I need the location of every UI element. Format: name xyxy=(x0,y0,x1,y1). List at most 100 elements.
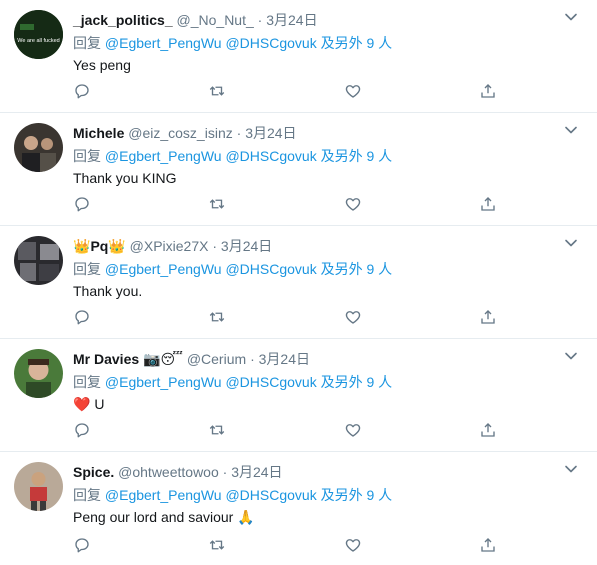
tweet[interactable]: 👑Pq👑 @XPixie27X · 3月24日 回复 @Egbert_PengW… xyxy=(0,226,597,339)
tweet-header: Spice. @ohtweettowoo · 3月24日 xyxy=(73,463,283,481)
avatar[interactable] xyxy=(14,349,63,398)
reply-mentions[interactable]: @Egbert_PengWu @DHSCgovuk 及另外 9 人 xyxy=(105,261,392,277)
tweet-date[interactable]: 3月24日 xyxy=(221,238,272,254)
retweet-button[interactable] xyxy=(208,421,228,441)
reply-mentions[interactable]: @Egbert_PengWu @DHSCgovuk 及另外 9 人 xyxy=(105,374,392,390)
user-handle[interactable]: @eiz_cosz_isinz xyxy=(128,125,232,141)
reply-button[interactable] xyxy=(73,195,93,215)
reply-context: 回复 @Egbert_PengWu @DHSCgovuk 及另外 9 人 xyxy=(73,260,392,278)
retweet-button[interactable] xyxy=(208,308,228,328)
crown-emoji: 👑 xyxy=(108,238,126,254)
reply-prefix: 回复 xyxy=(73,261,101,277)
tweet-actions xyxy=(0,421,597,443)
tweet-text: Peng our lord and saviour 🙏 xyxy=(73,508,255,526)
display-name[interactable]: _jack_politics_ xyxy=(73,12,173,28)
tweet-text-body: U xyxy=(94,396,105,412)
like-icon xyxy=(345,311,361,324)
share-button[interactable] xyxy=(479,536,499,556)
display-name[interactable]: Spice. xyxy=(73,464,114,480)
retweet-icon xyxy=(209,312,225,322)
chevron-down-icon[interactable] xyxy=(563,9,579,25)
tweet[interactable]: Michele @eiz_cosz_isinz · 3月24日 回复 @Egbe… xyxy=(0,113,597,226)
display-name[interactable]: Michele xyxy=(73,125,124,141)
like-icon xyxy=(345,539,361,552)
display-name[interactable]: Pq xyxy=(90,238,108,254)
user-handle[interactable]: @Cerium xyxy=(187,351,246,367)
avatar[interactable] xyxy=(14,236,63,285)
tweet-actions xyxy=(0,82,597,104)
reply-icon xyxy=(75,538,89,553)
chevron-down-icon[interactable] xyxy=(563,122,579,138)
retweet-button[interactable] xyxy=(208,82,228,102)
retweet-icon xyxy=(209,540,225,550)
separator-dot: · xyxy=(212,238,218,254)
tweet[interactable]: Spice. @ohtweettowoo · 3月24日 回复 @Egbert_… xyxy=(0,452,597,565)
like-button[interactable] xyxy=(344,195,364,215)
tweet-actions xyxy=(0,308,597,330)
like-button[interactable] xyxy=(344,308,364,328)
retweet-button[interactable] xyxy=(208,536,228,556)
reply-icon xyxy=(75,310,89,325)
share-button[interactable] xyxy=(479,195,499,215)
tweet-text: Thank you. xyxy=(73,283,143,299)
reply-context: 回复 @Egbert_PengWu @DHSCgovuk 及另外 9 人 xyxy=(73,147,392,165)
share-icon xyxy=(481,538,495,552)
reply-icon xyxy=(75,84,89,99)
tweet-header: 👑Pq👑 @XPixie27X · 3月24日 xyxy=(73,237,272,255)
like-icon xyxy=(345,198,361,211)
tweet-text-body: Peng our lord and saviour xyxy=(73,509,234,525)
tweet[interactable]: Mr Davies 📷😴 @Cerium · 3月24日 回复 @Egbert_… xyxy=(0,339,597,452)
avatar[interactable]: We are all fucked xyxy=(14,10,63,59)
reply-mentions[interactable]: @Egbert_PengWu @DHSCgovuk 及另外 9 人 xyxy=(105,487,392,503)
tweet-date[interactable]: 3月24日 xyxy=(266,12,317,28)
display-name[interactable]: Mr Davies xyxy=(73,351,139,367)
share-button[interactable] xyxy=(479,308,499,328)
chevron-down-icon[interactable] xyxy=(563,348,579,364)
user-handle[interactable]: @ohtweettowoo xyxy=(118,464,219,480)
like-button[interactable] xyxy=(344,82,364,102)
retweet-icon xyxy=(209,425,225,435)
tweet-date[interactable]: 3月24日 xyxy=(259,351,310,367)
praying-hands-emoji: 🙏 xyxy=(237,509,255,525)
reply-button[interactable] xyxy=(73,536,93,556)
crown-emoji: 👑 xyxy=(73,238,91,254)
reply-mentions[interactable]: @Egbert_PengWu @DHSCgovuk 及另外 9 人 xyxy=(105,148,392,164)
reply-context: 回复 @Egbert_PengWu @DHSCgovuk 及另外 9 人 xyxy=(73,34,392,52)
avatar-image xyxy=(14,236,63,285)
reply-button[interactable] xyxy=(73,308,93,328)
tweet-text: Yes peng xyxy=(73,57,131,73)
tweet-actions xyxy=(0,195,597,217)
reply-mentions[interactable]: @Egbert_PengWu @DHSCgovuk 及另外 9 人 xyxy=(105,35,392,51)
separator-dot: · xyxy=(257,12,263,28)
reply-prefix: 回复 xyxy=(73,35,101,51)
avatar[interactable] xyxy=(14,462,63,511)
share-button[interactable] xyxy=(479,421,499,441)
tweet-text: ❤️ U xyxy=(73,395,104,413)
chevron-down-icon[interactable] xyxy=(563,235,579,251)
avatar-image: We are all fucked xyxy=(14,10,63,59)
tweet[interactable]: We are all fucked _jack_politics_ @_No_N… xyxy=(0,0,597,113)
user-handle[interactable]: @XPixie27X xyxy=(130,238,209,254)
reply-prefix: 回复 xyxy=(73,374,101,390)
tweet-date[interactable]: 3月24日 xyxy=(245,125,296,141)
reply-icon xyxy=(75,423,89,438)
tweet-date[interactable]: 3月24日 xyxy=(231,464,282,480)
chevron-down-icon[interactable] xyxy=(563,461,579,477)
share-button[interactable] xyxy=(479,82,499,102)
tweet-header: Mr Davies 📷😴 @Cerium · 3月24日 xyxy=(73,350,310,368)
like-button[interactable] xyxy=(344,536,364,556)
reply-context: 回复 @Egbert_PengWu @DHSCgovuk 及另外 9 人 xyxy=(73,373,392,391)
reply-button[interactable] xyxy=(73,82,93,102)
reply-button[interactable] xyxy=(73,421,93,441)
retweet-button[interactable] xyxy=(208,195,228,215)
user-handle[interactable]: @_No_Nut_ xyxy=(177,12,254,28)
reply-context: 回复 @Egbert_PengWu @DHSCgovuk 及另外 9 人 xyxy=(73,486,392,504)
avatar[interactable] xyxy=(14,123,63,172)
share-icon xyxy=(481,423,495,437)
like-button[interactable] xyxy=(344,421,364,441)
tweet-header: Michele @eiz_cosz_isinz · 3月24日 xyxy=(73,124,297,142)
like-icon xyxy=(345,424,361,437)
avatar-image xyxy=(14,349,63,398)
avatar-image xyxy=(14,123,63,172)
avatar-caption: We are all fucked xyxy=(17,38,59,44)
